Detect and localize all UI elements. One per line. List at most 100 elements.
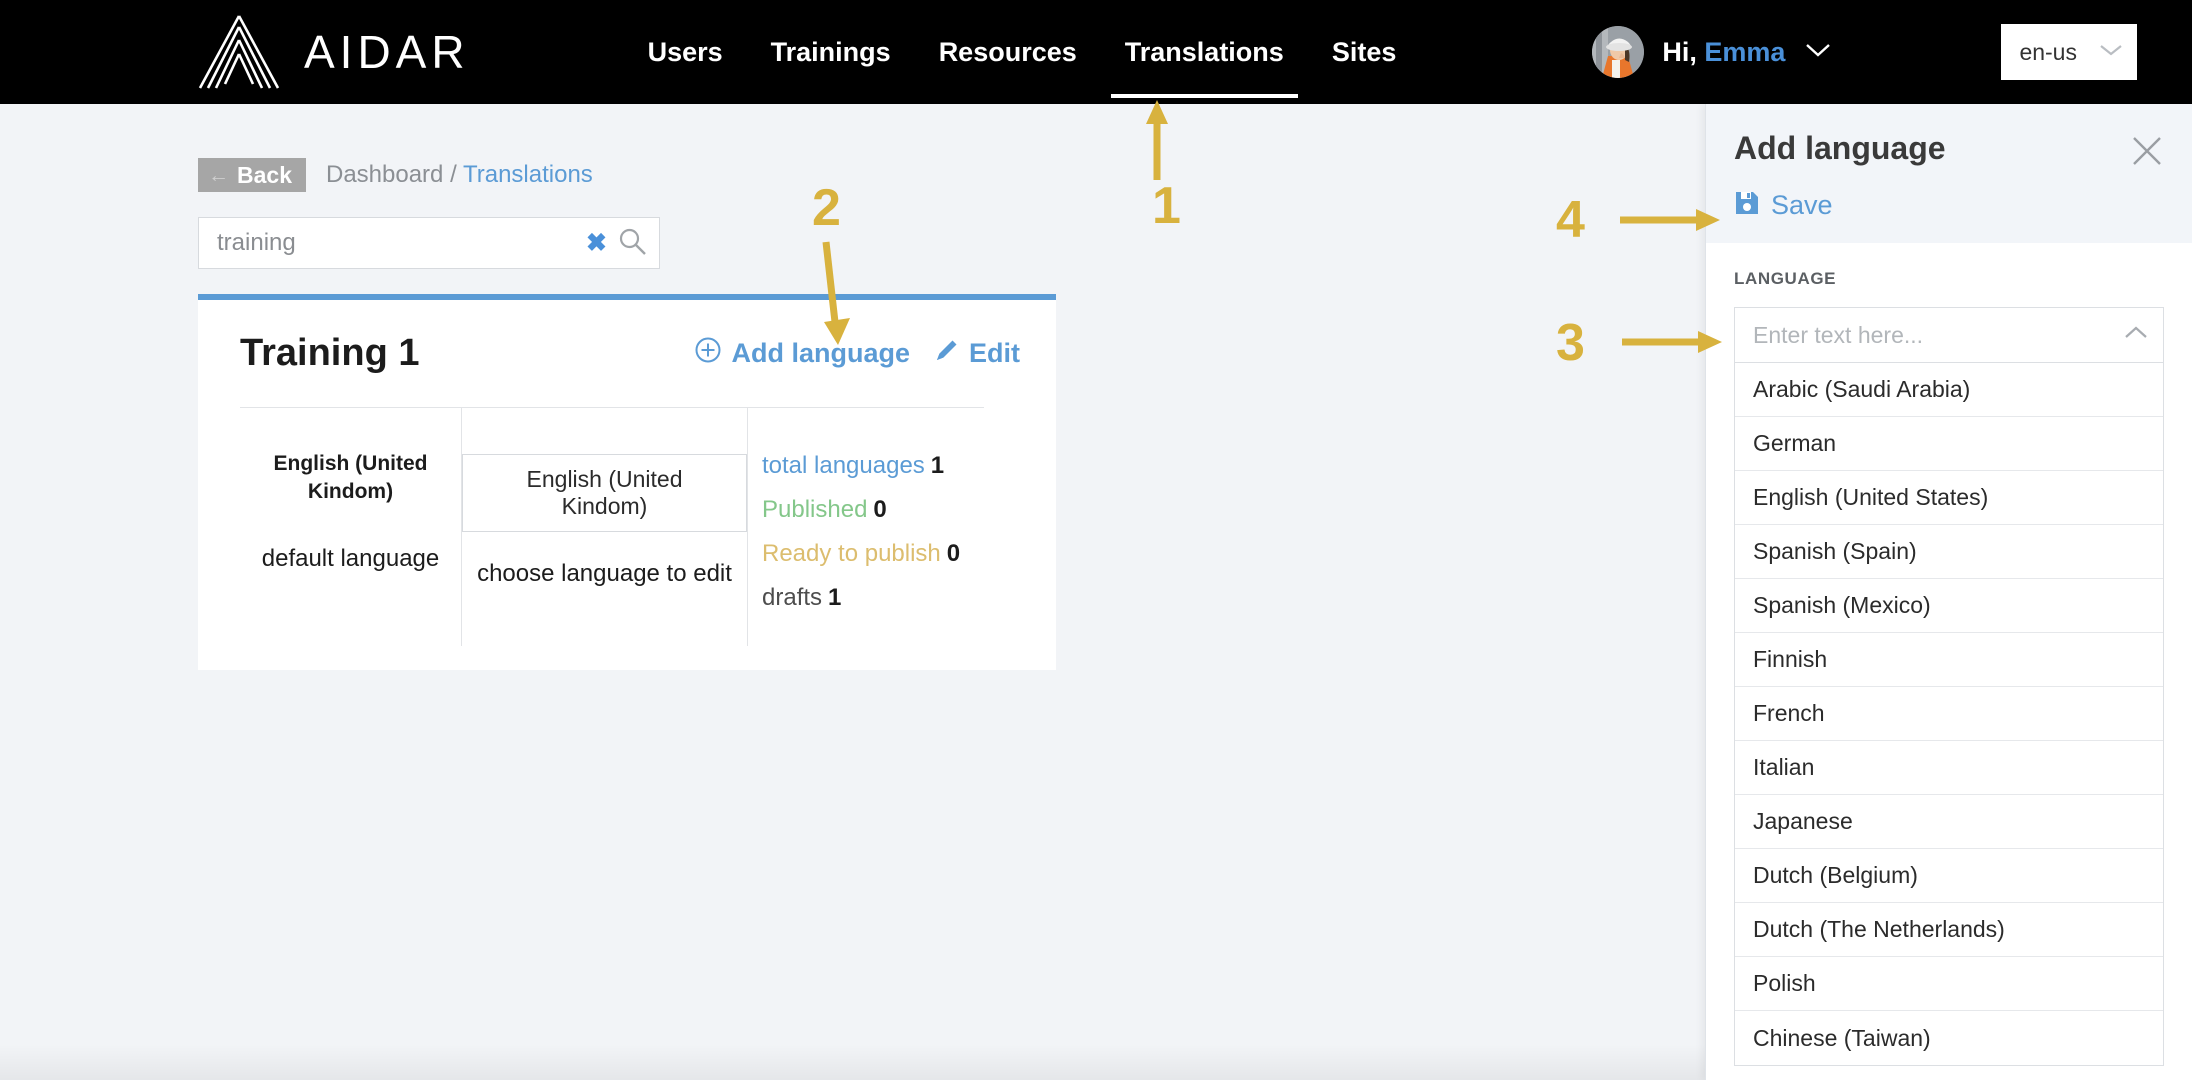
breadcrumb: ← Back Dashboard / Translations bbox=[198, 158, 593, 192]
annotation-number-2: 2 bbox=[812, 179, 841, 237]
breadcrumb-current[interactable]: Translations bbox=[463, 161, 593, 188]
stats-column: total languages 1 Published 0 Ready to pub… bbox=[748, 408, 960, 646]
list-item[interactable]: Dutch (The Netherlands) bbox=[1735, 903, 2163, 957]
list-item[interactable]: Japanese bbox=[1735, 795, 2163, 849]
card-actions: Add language Edit bbox=[694, 336, 1020, 371]
panel-title: Add language bbox=[1734, 130, 1946, 166]
chevron-up-icon[interactable] bbox=[2123, 325, 2149, 346]
list-item[interactable]: Dutch (Belgium) bbox=[1735, 849, 2163, 903]
default-language-name: English (United Kindom) bbox=[273, 452, 428, 504]
nav-label: Users bbox=[647, 36, 723, 67]
edit-button[interactable]: Edit bbox=[934, 337, 1020, 370]
default-language-caption: default language bbox=[261, 544, 440, 572]
content-bottom-shadow bbox=[0, 1044, 1705, 1080]
language-combobox-input[interactable] bbox=[1753, 321, 2123, 349]
back-button[interactable]: ← Back bbox=[198, 158, 306, 192]
greeting-text: Hi, Emma bbox=[1662, 37, 1785, 68]
nav-item-translations[interactable]: Translations bbox=[1101, 0, 1308, 104]
nav-label: Sites bbox=[1331, 36, 1397, 67]
list-item[interactable]: Spanish (Spain) bbox=[1735, 525, 2163, 579]
default-language-column: English (United Kindom) default language bbox=[240, 408, 462, 646]
language-chip[interactable]: English (United Kindom) bbox=[462, 454, 747, 532]
breadcrumb-path: Dashboard / Translations bbox=[326, 161, 593, 189]
nav-item-resources[interactable]: Resources bbox=[915, 0, 1101, 104]
list-item[interactable]: Italian bbox=[1735, 741, 2163, 795]
nav-label: Resources bbox=[938, 36, 1077, 67]
add-language-button[interactable]: Add language bbox=[694, 336, 910, 371]
annotation-number-4: 4 bbox=[1556, 191, 1585, 249]
annotation-number-3: 3 bbox=[1556, 314, 1585, 372]
stat-ready-to-publish: Ready to publish 0 bbox=[762, 540, 960, 568]
list-item[interactable]: English (United States) bbox=[1735, 471, 2163, 525]
annotation-arrow-1 bbox=[1146, 100, 1168, 180]
stat-value: 0 bbox=[946, 540, 961, 567]
stat-label: drafts bbox=[762, 584, 823, 611]
brand-name: AIDAR bbox=[304, 26, 470, 78]
training-card: Training 1 Add language Edit English (Un… bbox=[198, 294, 1056, 670]
user-avatar-photo-icon bbox=[1592, 26, 1645, 78]
language-combobox[interactable] bbox=[1734, 307, 2164, 363]
list-item[interactable]: Chinese (Taiwan) bbox=[1735, 1011, 2163, 1065]
list-item[interactable]: Finnish bbox=[1735, 633, 2163, 687]
brand-logo[interactable]: AIDAR bbox=[196, 14, 470, 90]
locale-select[interactable]: en-us bbox=[2001, 24, 2138, 80]
language-field-label: LANGUAGE bbox=[1734, 269, 1837, 288]
avatar bbox=[1592, 26, 1645, 78]
stat-label: total languages bbox=[762, 452, 925, 479]
list-item[interactable]: Arabic (Saudi Arabia) bbox=[1735, 363, 2163, 417]
top-navigation-bar: AIDAR Users Trainings Resources Translat… bbox=[0, 0, 2192, 104]
list-item[interactable]: French bbox=[1735, 687, 2163, 741]
panel-header: Add language Save bbox=[1706, 104, 2192, 243]
stat-drafts: drafts 1 bbox=[762, 584, 960, 612]
edit-label: Edit bbox=[969, 338, 1020, 368]
breadcrumb-parent[interactable]: Dashboard / bbox=[326, 161, 457, 188]
search-input[interactable] bbox=[217, 229, 587, 257]
pencil-icon bbox=[934, 337, 960, 370]
main-nav-items: Users Trainings Resources Translations S… bbox=[624, 0, 1421, 104]
panel-save-button[interactable]: Save bbox=[1734, 190, 2164, 221]
list-item[interactable]: Polish bbox=[1735, 957, 2163, 1011]
close-panel-button[interactable] bbox=[2130, 130, 2164, 168]
aidar-chevron-logo-icon bbox=[198, 15, 280, 89]
panel-body: LANGUAGE Arabic (Saudi Arabia) German En… bbox=[1706, 243, 2192, 1066]
search-box[interactable]: ✖ bbox=[198, 217, 660, 269]
card-title: Training 1 bbox=[240, 332, 420, 374]
card-header: Training 1 Add language Edit bbox=[198, 300, 1056, 375]
card-body: English (United Kindom) default language… bbox=[198, 408, 1056, 646]
choose-language-column: English (United Kindom) choose language … bbox=[462, 408, 748, 646]
nav-item-sites[interactable]: Sites bbox=[1308, 0, 1421, 104]
add-language-panel: Add language Save LANGUAGE Enter text he… bbox=[1705, 104, 2192, 1080]
app-root: AIDAR Users Trainings Resources Translat… bbox=[0, 0, 2192, 1080]
stat-published: Published 0 bbox=[762, 496, 960, 524]
stat-value: 0 bbox=[873, 496, 887, 523]
stat-label: Published bbox=[762, 496, 868, 523]
stat-total-languages: total languages 1 bbox=[762, 452, 960, 480]
close-x-icon bbox=[2130, 137, 2164, 172]
arrow-left-icon: ← bbox=[208, 163, 229, 187]
nav-label: Trainings bbox=[770, 36, 891, 67]
list-item[interactable]: German bbox=[1735, 417, 2163, 471]
add-language-label: Add language bbox=[731, 338, 910, 368]
stat-value: 1 bbox=[828, 584, 842, 611]
user-name: Emma bbox=[1704, 36, 1786, 67]
language-options-list[interactable]: Arabic (Saudi Arabia) German English (Un… bbox=[1734, 363, 2164, 1066]
greeting-hi: Hi, bbox=[1662, 36, 1697, 67]
stat-value: 1 bbox=[930, 452, 945, 479]
chevron-down-icon bbox=[2099, 43, 2123, 62]
nav-label: Translations bbox=[1124, 36, 1284, 67]
save-label: Save bbox=[1771, 190, 1833, 220]
locale-value: en-us bbox=[2019, 38, 2077, 65]
stat-label: Ready to publish bbox=[762, 540, 941, 567]
chevron-down-icon[interactable] bbox=[1805, 42, 1831, 63]
nav-item-trainings[interactable]: Trainings bbox=[747, 0, 915, 104]
choose-language-hint: choose language to edit bbox=[477, 560, 732, 587]
list-item[interactable]: Spanish (Mexico) bbox=[1735, 579, 2163, 633]
clear-search-icon[interactable]: ✖ bbox=[586, 228, 607, 258]
floppy-disk-icon bbox=[1734, 190, 1760, 221]
nav-item-users[interactable]: Users bbox=[624, 0, 747, 104]
magnifier-icon[interactable] bbox=[617, 226, 647, 261]
plus-circle-icon bbox=[694, 336, 722, 371]
back-label: Back bbox=[237, 161, 292, 188]
annotation-number-1: 1 bbox=[1152, 177, 1181, 235]
user-menu[interactable]: Hi, Emma bbox=[1592, 26, 1831, 78]
